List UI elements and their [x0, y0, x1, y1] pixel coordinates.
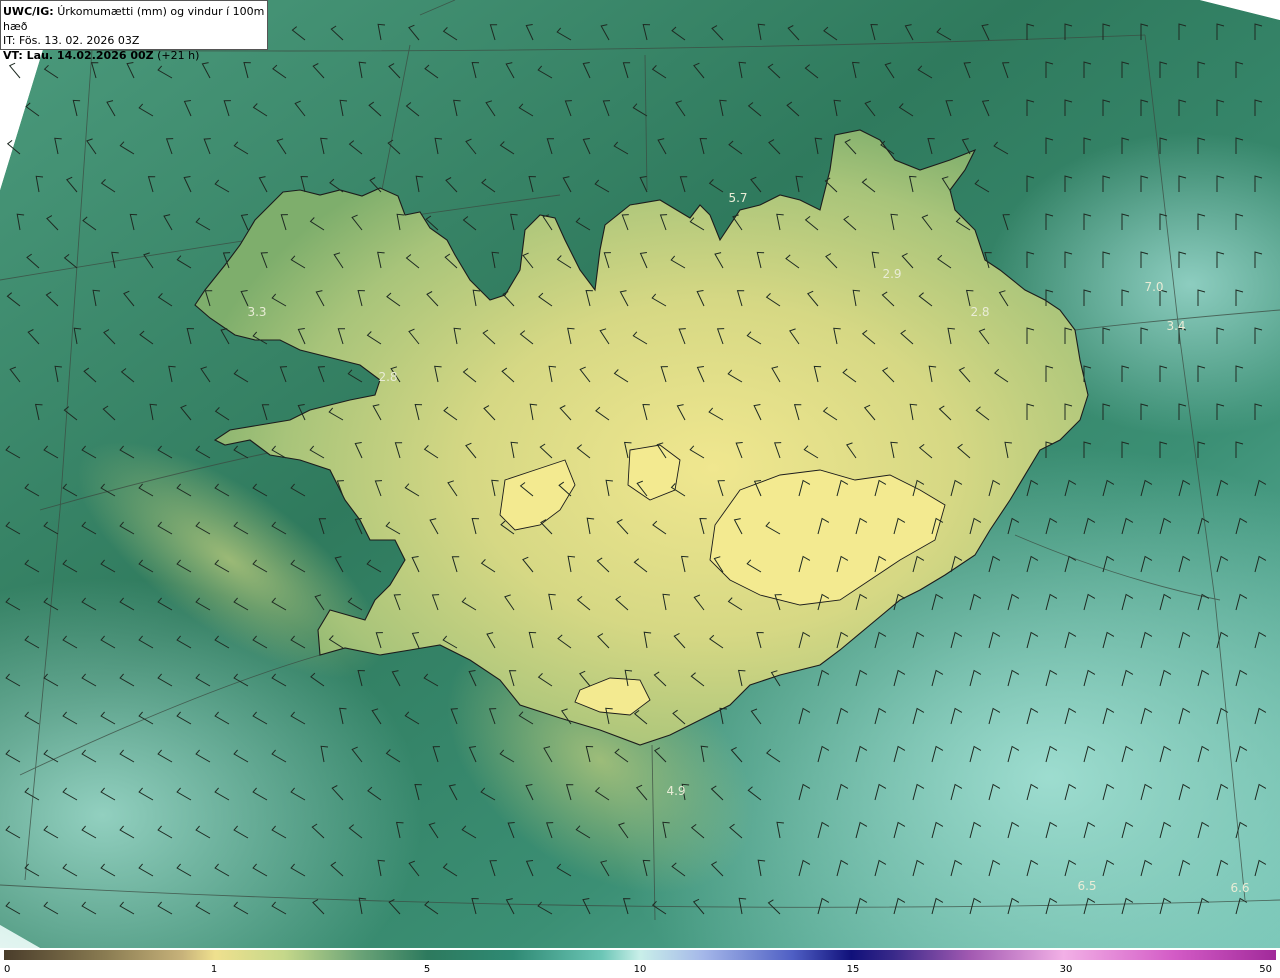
info-line-valid-time: VT: Lau. 14.02.2026 00Z (+21 h)	[3, 49, 265, 64]
colorbar: 0 1 5 10 15 30 50	[0, 948, 1280, 978]
precipitation-map: 5.7 2.9 2.8 7.0 3.4 3.3 2.8 4.9 6.5 6.6	[0, 0, 1280, 948]
colorbar-tick: 1	[210, 964, 218, 975]
colorbar-tick: 50	[1259, 964, 1272, 975]
colorbar-tick: 30	[1059, 964, 1073, 975]
valid-time: VT: Lau. 14.02.2026 00Z	[3, 48, 154, 62]
precip-value-label: 2.9	[882, 267, 901, 281]
info-box: UWC/IG: Úrkomumætti (mm) og vindur í 100…	[0, 0, 268, 62]
precip-value-label: 3.3	[247, 305, 266, 319]
precip-value-label: 5.7	[728, 191, 747, 205]
precip-value-label: 2.8	[378, 370, 397, 384]
product-code: UWC/IG:	[3, 5, 54, 18]
precip-value-label: 2.8	[970, 305, 989, 319]
colorbar-tick: 5	[423, 964, 431, 975]
precip-value-label: 4.9	[666, 784, 685, 798]
colorbar-tick: 15	[846, 964, 860, 975]
map-area: 5.7 2.9 2.8 7.0 3.4 3.3 2.8 4.9 6.5 6.6	[0, 0, 1280, 948]
colorbar-tick: 0	[4, 964, 11, 975]
precip-value-label: 7.0	[1144, 280, 1163, 294]
colorbar-strip	[4, 950, 1276, 960]
colorbar-tick: 10	[633, 964, 647, 975]
precip-value-label: 6.5	[1077, 879, 1096, 893]
info-line-product: UWC/IG: Úrkomumætti (mm) og vindur í 100…	[3, 5, 265, 34]
precip-value-label: 3.4	[1166, 319, 1185, 333]
forecast-offset: (+21 h)	[157, 48, 200, 62]
info-line-init-time: IT: Fös. 13. 02. 2026 03Z	[3, 34, 140, 47]
precip-value-label: 6.6	[1230, 881, 1249, 895]
